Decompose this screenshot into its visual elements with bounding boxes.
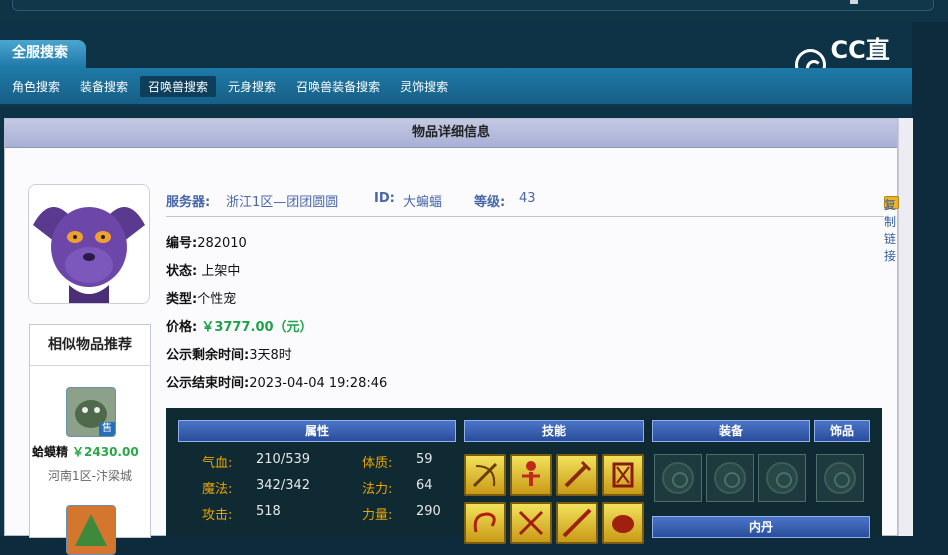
pet-info-header: 服务器: 浙江1区—团团圆圆 ID: 大蝙蝠 等级: 43 复制链接 bbox=[166, 186, 899, 263]
end-label: 公示结束时间: bbox=[166, 376, 250, 391]
attr-str-value-wrap: 290 bbox=[416, 504, 441, 519]
skill-cross-blades-icon[interactable] bbox=[510, 502, 552, 544]
attr-hp-label: 气血: bbox=[202, 456, 233, 471]
nav-equip-search[interactable]: 装备搜索 bbox=[72, 76, 136, 97]
top-frame-handle bbox=[850, 0, 858, 4]
copy-link-label: 复制链接 bbox=[884, 198, 897, 263]
recommend-item-thumb-2[interactable] bbox=[66, 505, 116, 555]
price-label: 价格: bbox=[166, 320, 198, 335]
equip-header[interactable]: 装备 bbox=[652, 420, 810, 442]
attr-con-value: 59 bbox=[416, 452, 433, 467]
server-label: 服务器: bbox=[166, 195, 211, 210]
empty-slot-icon bbox=[714, 462, 746, 494]
attr-hp-value: 210/539 bbox=[256, 452, 311, 467]
nav-role-search[interactable]: 角色搜索 bbox=[4, 76, 68, 97]
attr-mp-label: 魔法: bbox=[202, 482, 233, 497]
similar-items-box: 相似物品推荐 售 蛤蟆精 ￥2430.00 河南1区-汴梁城 bbox=[29, 324, 151, 555]
equip-slot-1[interactable] bbox=[654, 454, 702, 502]
server-value: 浙江1区—团团圆圆 bbox=[226, 195, 339, 210]
attr-hp: 气血: bbox=[202, 452, 232, 471]
remain-row: 公示剩余时间:3天8时 bbox=[166, 344, 292, 363]
attr-mag-label: 法力: bbox=[362, 482, 393, 497]
attr-mag-value: 64 bbox=[416, 478, 433, 493]
attr-mag-value-wrap: 64 bbox=[416, 478, 433, 493]
type-label: 类型: bbox=[166, 292, 198, 307]
sale-badge: 售 bbox=[99, 422, 115, 436]
pet-stats-panel: 属性 技能 装备 饰品 气血: 210/539 体质: 59 魔法: 342/3… bbox=[166, 408, 882, 544]
price-value: ￥3777.00（元） bbox=[201, 320, 313, 335]
recommend-item-name: 蛤蟆精 bbox=[32, 445, 69, 459]
level-label: 等级: bbox=[474, 195, 506, 210]
number-value: 282010 bbox=[197, 236, 247, 251]
number-row: 编号:282010 bbox=[166, 232, 247, 251]
empty-slot-icon bbox=[662, 462, 694, 494]
skill-blade-icon[interactable] bbox=[556, 502, 598, 544]
skill-sword-icon[interactable] bbox=[556, 454, 598, 496]
top-frame-border bbox=[12, 0, 934, 11]
attr-mp: 魔法: bbox=[202, 478, 232, 497]
ornament-header[interactable]: 饰品 bbox=[814, 420, 870, 442]
attr-atk-label: 攻击: bbox=[202, 508, 233, 523]
empty-slot-icon bbox=[824, 462, 856, 494]
vertical-scrollbar[interactable] bbox=[898, 118, 913, 536]
end-value: 2023-04-04 19:28:46 bbox=[249, 376, 388, 391]
skill-bow-icon[interactable] bbox=[464, 454, 506, 496]
skill-demon-icon[interactable] bbox=[602, 502, 644, 544]
empty-slot-icon bbox=[766, 462, 798, 494]
pet-avatar bbox=[28, 184, 150, 304]
ornament-slot[interactable] bbox=[816, 454, 864, 502]
attr-header[interactable]: 属性 bbox=[178, 420, 456, 442]
id-value: 大蝙蝠 bbox=[403, 195, 443, 210]
attr-hp-value-wrap: 210/539 bbox=[256, 452, 310, 467]
attr-atk-value: 518 bbox=[256, 504, 281, 519]
equip-slot-3[interactable] bbox=[758, 454, 806, 502]
id-label: ID: bbox=[374, 191, 395, 206]
end-time-row: 公示结束时间:2023-04-04 19:28:46 bbox=[166, 372, 387, 391]
nav-yuanshen-search[interactable]: 元身搜索 bbox=[220, 76, 284, 97]
attr-con-label: 体质: bbox=[362, 456, 393, 471]
skill-header[interactable]: 技能 bbox=[464, 420, 644, 442]
level-value: 43 bbox=[519, 191, 536, 206]
tab-bar: 全服搜索 CC直播 bbox=[0, 36, 912, 99]
neidan-header[interactable]: 内丹 bbox=[652, 516, 870, 538]
remain-value: 3天8时 bbox=[249, 348, 292, 363]
equip-slot-2[interactable] bbox=[706, 454, 754, 502]
status-row: 状态: 上架中 bbox=[166, 260, 240, 279]
search-nav: 角色搜索 装备搜索 召唤兽搜索 元身搜索 召唤兽装备搜索 灵饰搜索 bbox=[0, 68, 912, 106]
nav-pet-equip-search[interactable]: 召唤兽装备搜索 bbox=[288, 76, 388, 97]
status-value: 上架中 bbox=[201, 264, 241, 279]
similar-items-title: 相似物品推荐 bbox=[30, 325, 150, 366]
nav-pet-search[interactable]: 召唤兽搜索 bbox=[140, 75, 217, 97]
skill-skeleton-icon[interactable] bbox=[510, 454, 552, 496]
attr-con-value-wrap: 59 bbox=[416, 452, 433, 467]
detail-title: 物品详细信息 bbox=[5, 119, 897, 148]
recommend-item-thumb[interactable]: 售 bbox=[66, 387, 116, 437]
attr-mp-value-wrap: 342/342 bbox=[256, 478, 310, 493]
attr-con: 体质: bbox=[362, 452, 392, 471]
tab-global-search[interactable]: 全服搜索 bbox=[0, 40, 86, 68]
attr-str-value: 290 bbox=[416, 504, 441, 519]
skill-swirl-icon[interactable] bbox=[464, 502, 506, 544]
type-value: 个性宠 bbox=[197, 292, 237, 307]
status-label: 状态: bbox=[166, 264, 198, 279]
remain-label: 公示剩余时间: bbox=[166, 348, 250, 363]
attr-mag: 法力: bbox=[362, 478, 392, 497]
recommend-item-price: ￥2430.00 bbox=[72, 445, 139, 459]
number-label: 编号: bbox=[166, 236, 198, 251]
skill-hourglass-icon[interactable] bbox=[602, 454, 644, 496]
recommend-item-server: 河南1区-汴梁城 bbox=[48, 469, 132, 483]
attr-str: 力量: bbox=[362, 504, 392, 523]
attr-atk-value-wrap: 518 bbox=[256, 504, 281, 519]
attr-atk: 攻击: bbox=[202, 504, 232, 523]
price-row: 价格: ￥3777.00（元） bbox=[166, 316, 313, 335]
recommend-item-name-row[interactable]: 蛤蟆精 ￥2430.00 bbox=[32, 443, 148, 460]
attr-mp-value: 342/342 bbox=[256, 478, 311, 493]
nav-ornament-search[interactable]: 灵饰搜索 bbox=[392, 76, 456, 97]
top-frame bbox=[0, 0, 948, 22]
attr-str-label: 力量: bbox=[362, 508, 393, 523]
type-row: 类型:个性宠 bbox=[166, 288, 236, 307]
